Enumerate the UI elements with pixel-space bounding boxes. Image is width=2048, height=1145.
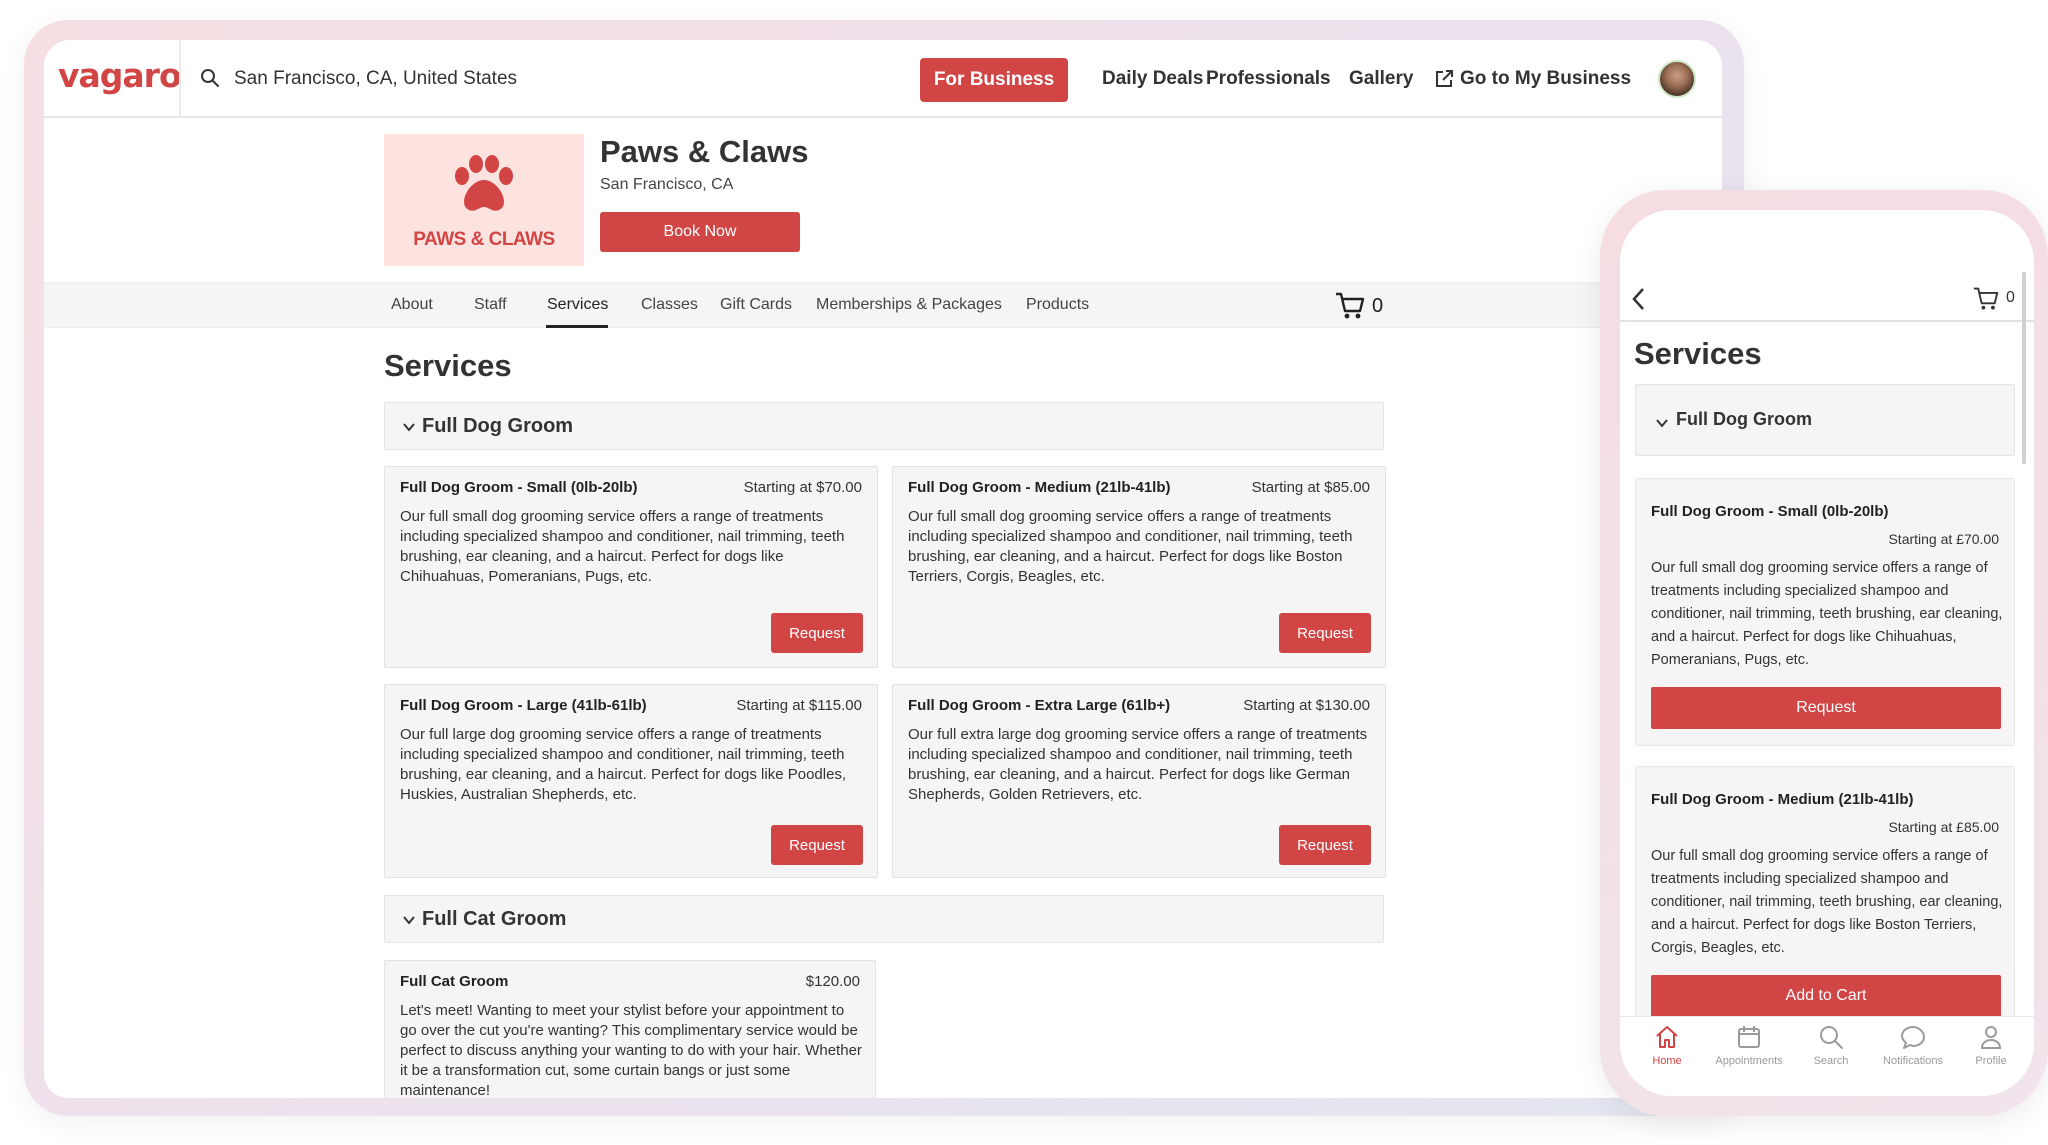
tab-classes[interactable]: Classes: [641, 296, 698, 314]
tab-home[interactable]: Home: [1626, 1023, 1708, 1067]
business-logo: PAWS & CLAWS: [384, 134, 584, 266]
for-business-button[interactable]: For Business: [920, 58, 1068, 102]
tab-staff[interactable]: Staff: [474, 296, 507, 314]
cart-icon[interactable]: [1972, 286, 2000, 312]
location-search-input[interactable]: [234, 64, 734, 94]
category-full-dog-groom[interactable]: Full Dog Groom: [384, 402, 1384, 450]
vagaro-logo[interactable]: vagaro: [58, 56, 182, 95]
back-arrow-icon[interactable]: [1630, 286, 1648, 312]
tab-memberships-packages[interactable]: Memberships & Packages: [816, 296, 1002, 314]
tab-label: Search: [1813, 1055, 1849, 1067]
business-name: Paws & Claws: [600, 134, 809, 169]
request-button[interactable]: Request: [771, 825, 863, 865]
bottom-tab-bar: Home Appointments Search Notifications P…: [1620, 1016, 2034, 1096]
search-icon: [1820, 1026, 1843, 1049]
tab-services[interactable]: Services: [547, 296, 608, 314]
tab-label: Notifications: [1883, 1055, 1943, 1067]
chevron-down-icon: [403, 423, 415, 432]
cart-count: 0: [2006, 289, 2015, 306]
search-icon[interactable]: [200, 68, 220, 88]
service-title: Full Dog Groom - Medium (21lb-41lb): [1651, 791, 1914, 808]
category-label: Full Dog Groom: [1676, 409, 1812, 429]
tab-notifications[interactable]: Notifications: [1872, 1023, 1954, 1067]
cart-count: 0: [1372, 295, 1384, 317]
service-description: Our full small dog grooming service offe…: [908, 508, 1353, 585]
service-card: Full Dog Groom - Medium (21lb-41lb) Star…: [1635, 766, 2015, 1034]
chevron-down-icon: [403, 916, 415, 925]
service-price: Starting at £85.00: [1888, 819, 1999, 835]
nav-daily-deals[interactable]: Daily Deals: [1102, 68, 1203, 90]
request-button[interactable]: Request: [1651, 687, 2001, 729]
tab-label: Profile: [1975, 1055, 2007, 1067]
service-title: Full Dog Groom - Extra Large (61lb+): [908, 697, 1171, 714]
services-heading: Services: [1634, 336, 1762, 371]
header-divider: [179, 40, 181, 118]
service-description: Our full large dog grooming service offe…: [400, 726, 847, 803]
profile-icon: [1980, 1026, 2002, 1049]
service-title: Full Dog Groom - Large (41lb-61lb): [400, 697, 647, 714]
nav-gallery[interactable]: Gallery: [1349, 68, 1413, 90]
service-title: Full Dog Groom - Small (0lb-20lb): [400, 479, 638, 496]
business-location: San Francisco, CA: [600, 176, 734, 193]
tab-about[interactable]: About: [391, 296, 433, 314]
service-description: Our full small dog grooming service offe…: [400, 508, 845, 585]
calendar-icon: [1738, 1026, 1760, 1048]
service-price: Starting at $130.00: [1243, 697, 1370, 714]
business-logo-text: PAWS & CLAWS: [413, 229, 555, 250]
cart-icon[interactable]: [1334, 291, 1366, 321]
business-tabs: About Staff Services Classes Gift Cards …: [44, 282, 1722, 328]
services-heading: Services: [384, 348, 512, 383]
nav-professionals[interactable]: Professionals: [1206, 68, 1331, 90]
category-full-cat-groom[interactable]: Full Cat Groom: [384, 895, 1384, 943]
service-card: Full Dog Groom - Large (41lb-61lb) Start…: [384, 684, 878, 878]
service-price: Starting at $115.00: [736, 697, 862, 714]
service-description: Our full small dog grooming service offe…: [1651, 560, 2003, 668]
add-to-cart-button[interactable]: Add to Cart: [1651, 975, 2001, 1017]
service-title: Full Cat Groom: [400, 973, 509, 990]
service-card: Full Dog Groom - Medium (21lb-41lb) Star…: [892, 466, 1386, 668]
request-button[interactable]: Request: [771, 613, 863, 653]
tab-search[interactable]: Search: [1790, 1023, 1872, 1067]
service-description: Our full small dog grooming service offe…: [1651, 848, 2003, 956]
service-title: Full Dog Groom - Medium (21lb-41lb): [908, 479, 1171, 496]
service-price: Starting at $85.00: [1251, 479, 1370, 496]
tab-label: Appointments: [1715, 1055, 1783, 1067]
tab-appointments[interactable]: Appointments: [1708, 1023, 1790, 1067]
service-price: Starting at $70.00: [743, 479, 862, 496]
tab-gift-cards[interactable]: Gift Cards: [720, 296, 792, 314]
service-card: Full Dog Groom - Small (0lb-20lb) Starti…: [384, 466, 878, 668]
service-price: Starting at £70.00: [1888, 531, 1999, 547]
user-avatar[interactable]: [1658, 60, 1696, 98]
active-tab-indicator: [546, 325, 608, 328]
category-label: Full Dog Groom: [422, 415, 574, 437]
service-description: Our full extra large dog grooming servic…: [908, 726, 1368, 803]
tab-profile[interactable]: Profile: [1950, 1023, 2032, 1067]
chevron-down-icon: [1656, 419, 1668, 428]
book-now-button[interactable]: Book Now: [600, 212, 800, 252]
service-card: Full Cat Groom $120.00 Let's meet! Wanti…: [384, 960, 876, 1098]
scrollbar[interactable]: [2022, 272, 2026, 464]
service-card: Full Dog Groom - Extra Large (61lb+) Sta…: [892, 684, 1386, 878]
site-header: vagaro For Business Daily Deals Professi…: [44, 40, 1722, 118]
service-description: Let's meet! Wanting to meet your stylist…: [400, 1002, 862, 1098]
phone-screen: 0 Services Full Dog Groom Full Dog Groom…: [1620, 210, 2034, 1096]
chat-bubble-icon: [1901, 1026, 1925, 1049]
tab-label: Home: [1652, 1055, 1682, 1067]
tab-products[interactable]: Products: [1026, 296, 1089, 314]
home-icon: [1656, 1026, 1678, 1048]
category-full-dog-groom[interactable]: Full Dog Groom: [1635, 384, 2015, 456]
paw-icon: [455, 155, 513, 211]
service-title: Full Dog Groom - Small (0lb-20lb): [1651, 503, 1889, 520]
service-card: Full Dog Groom - Small (0lb-20lb) Starti…: [1635, 478, 2015, 746]
service-price: $120.00: [805, 973, 860, 990]
request-button[interactable]: Request: [1279, 825, 1371, 865]
category-label: Full Cat Groom: [422, 908, 567, 930]
desktop-screen: vagaro For Business Daily Deals Professi…: [44, 40, 1722, 1098]
request-button[interactable]: Request: [1279, 613, 1371, 653]
nav-go-to-my-business[interactable]: Go to My Business: [1460, 68, 1631, 90]
header-divider: [1620, 320, 2034, 322]
external-link-icon: [1436, 70, 1453, 87]
